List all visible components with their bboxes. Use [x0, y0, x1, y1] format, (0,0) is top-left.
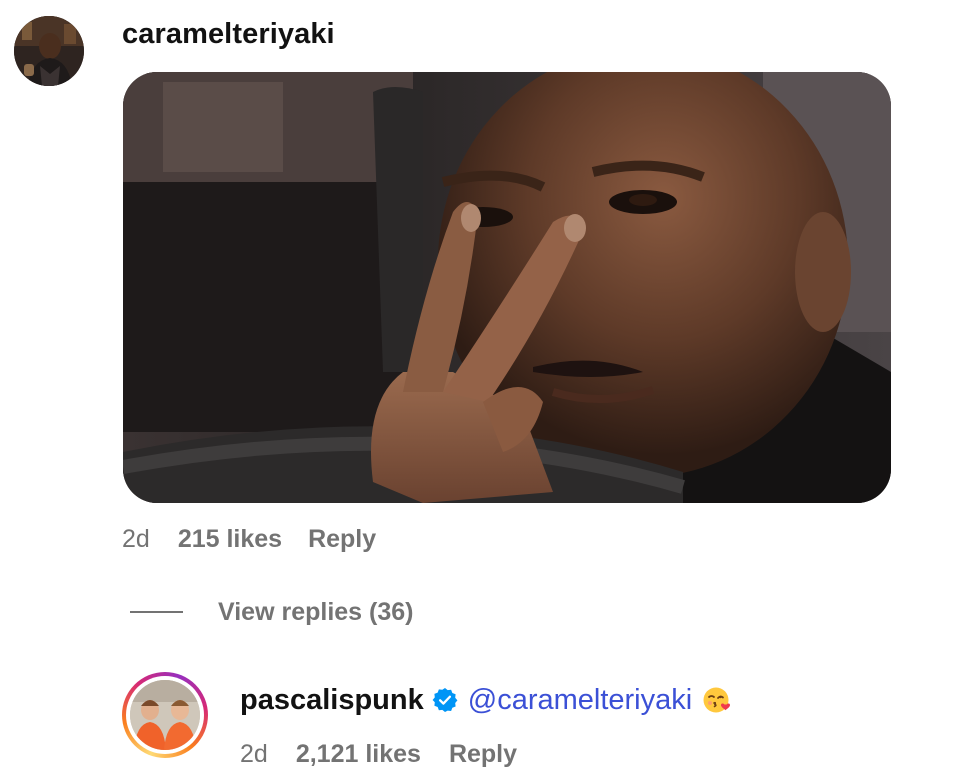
comment-text-line: pascalispunk @caramelteriyaki [240, 682, 732, 718]
avatar[interactable] [14, 16, 84, 86]
face-blowing-a-kiss-icon [702, 685, 732, 715]
reply-button[interactable]: Reply [308, 525, 376, 554]
comment-media-image[interactable] [123, 72, 891, 503]
view-replies-button[interactable]: View replies (36) [130, 596, 413, 628]
view-replies-label[interactable]: View replies (36) [218, 598, 413, 627]
comment-meta: 2d 215 likes Reply [122, 523, 376, 555]
comment-timestamp: 2d [122, 524, 150, 553]
reply-button[interactable]: Reply [449, 740, 517, 769]
mention-link[interactable]: @caramelteriyaki [468, 684, 692, 717]
comment-likes-count[interactable]: 215 likes [178, 525, 282, 554]
verified-badge-icon [432, 687, 458, 713]
comment-username[interactable]: pascalispunk [240, 684, 424, 717]
comment-likes-count[interactable]: 2,121 likes [296, 740, 421, 769]
comment-username[interactable]: caramelteriyaki [122, 18, 335, 51]
avatar[interactable] [130, 680, 200, 750]
story-ring-avatar[interactable] [122, 672, 208, 758]
comment-timestamp: 2d [240, 739, 268, 768]
view-replies-divider [130, 611, 183, 613]
comment-meta: 2d 2,121 likes Reply [240, 738, 517, 770]
